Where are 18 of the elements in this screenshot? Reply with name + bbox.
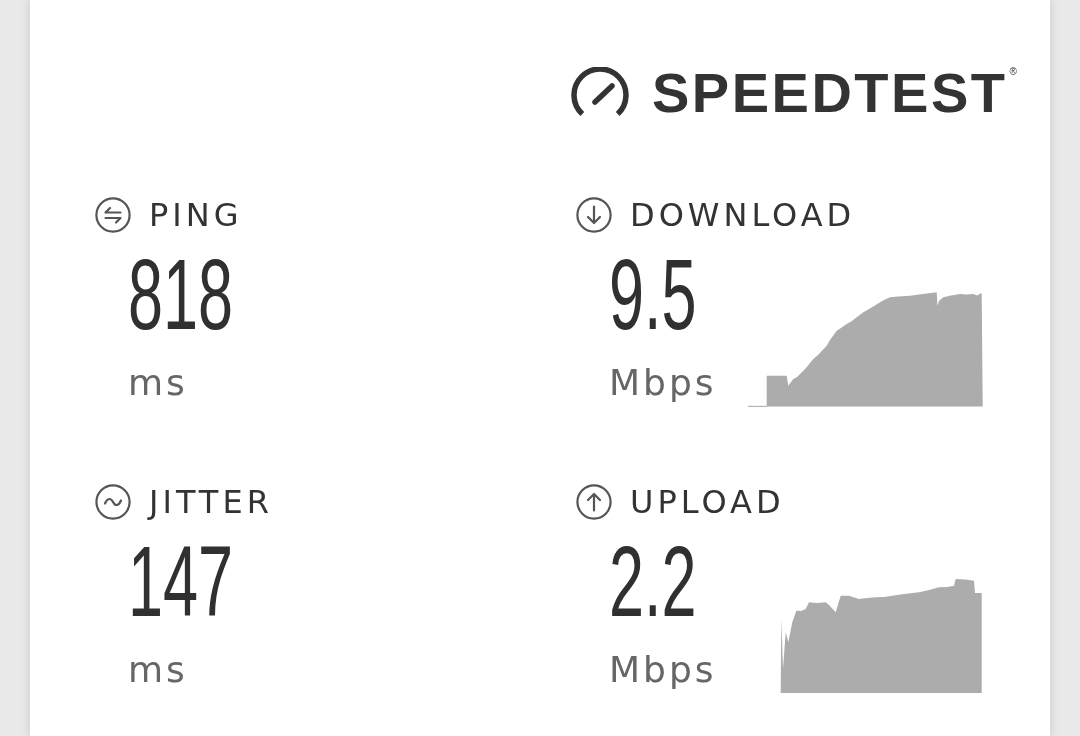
upload-icon [576, 484, 612, 520]
tilde-icon [95, 484, 131, 520]
metric-unit: Mbps [609, 365, 717, 401]
metric-value: 818 [128, 244, 234, 344]
swap-arrows-icon [95, 197, 131, 233]
metric-value: 2.2 [609, 531, 697, 631]
metric-unit: Mbps [609, 652, 717, 688]
logo-text: SPEEDTEST$^{®}$ [652, 65, 1017, 121]
metric-unit: ms [128, 652, 188, 688]
speedometer-icon [570, 67, 630, 119]
metric-label: DOWNLOAD [630, 197, 856, 233]
metric-unit: ms [128, 365, 188, 401]
metric-label: UPLOAD [630, 484, 785, 520]
metric-label: PING [149, 197, 243, 233]
metric-value: 147 [128, 531, 234, 631]
metric-value: 9.5 [609, 244, 697, 344]
download-icon [576, 197, 612, 233]
metric-label: JITTER [149, 484, 273, 520]
